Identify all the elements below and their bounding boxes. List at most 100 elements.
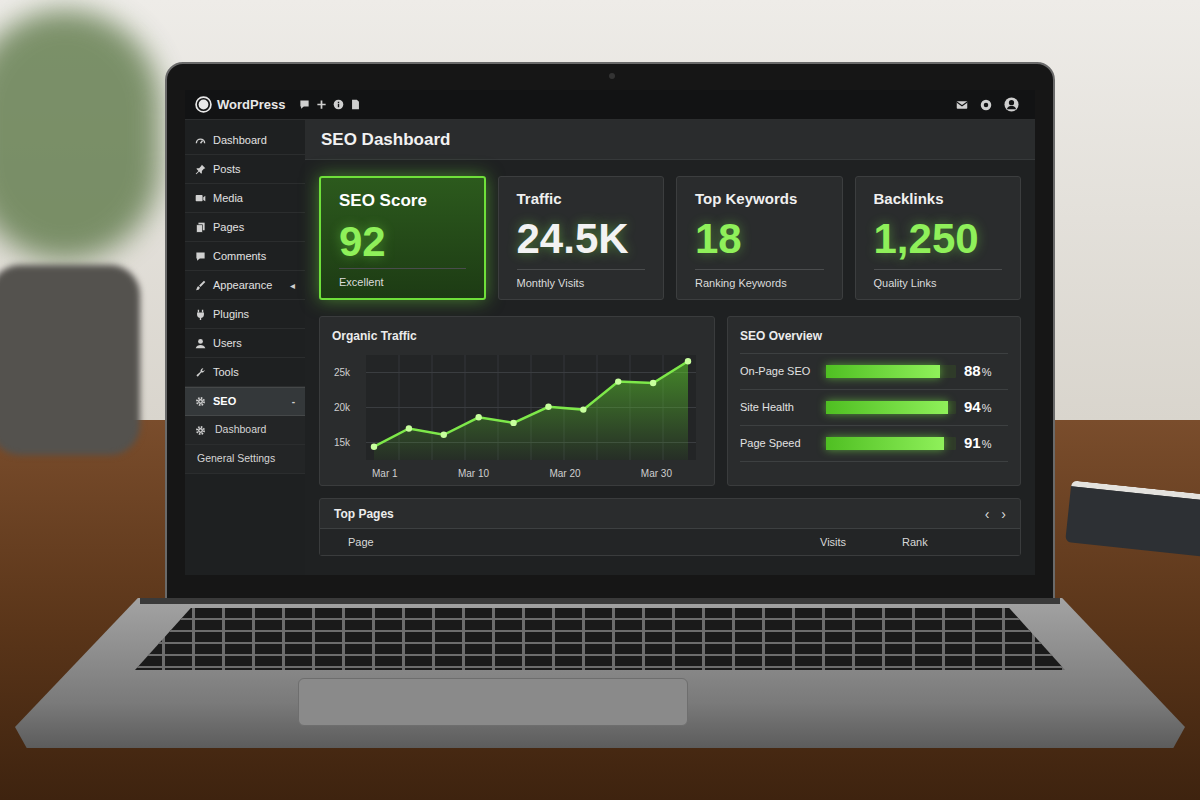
overview-title: SEO Overview (740, 327, 1008, 354)
user-icon (195, 338, 206, 349)
wordpress-logo[interactable]: WordPress (195, 95, 293, 115)
pager: ‹› (985, 507, 1006, 521)
expand-arrow[interactable]: ◂ (290, 278, 295, 293)
top-pages: Top Pages‹›PageVisitsRank (319, 498, 1021, 556)
previous-button[interactable]: ‹ (985, 507, 990, 521)
plus-icon[interactable] (316, 99, 327, 110)
keyboard (135, 608, 1065, 670)
area-fill (374, 361, 688, 460)
x-tick: Mar 1 (372, 466, 398, 481)
column-header[interactable]: Visits (820, 534, 902, 551)
title-bar: SEO Dashboard (305, 120, 1035, 160)
data-point[interactable] (685, 358, 691, 364)
stat-card-title: SEO Score (339, 188, 466, 214)
stat-card[interactable]: Top Keywords18Ranking Keywords (676, 176, 843, 300)
top-pages-header: Top Pages‹› (320, 499, 1020, 529)
stat-card[interactable]: Backlinks1,250Quality Links (855, 176, 1022, 300)
column-header[interactable]: Page (348, 534, 820, 551)
sidebar-item[interactable]: Appearance ◂ (185, 271, 305, 300)
page-icon[interactable] (350, 99, 361, 110)
overview-row: Site Health 94% (740, 390, 1008, 426)
chart-title: Organic Traffic (332, 327, 702, 345)
dashboard-icon (195, 135, 206, 146)
sidebar-item-label: Appearance (213, 277, 272, 294)
overview-label: On-Page SEO (740, 363, 818, 380)
sidebar-item[interactable]: Dashboard (185, 126, 305, 155)
progress-track (826, 401, 956, 414)
gear-icon (195, 425, 206, 436)
screen: WordPress DashboardPostsMediaPagesCommen… (185, 90, 1035, 575)
reading-value: 91 (964, 432, 981, 455)
admin-bar: WordPress (185, 90, 1035, 120)
admin-bar-left: WordPress (195, 95, 361, 115)
overview-row: Page Speed91% (740, 426, 1008, 462)
data-point[interactable] (406, 425, 412, 431)
progress-track (826, 365, 956, 378)
site-name[interactable]: WordPress (217, 95, 285, 115)
stat-card-caption: Quality Links (874, 275, 1003, 292)
expand-arrow[interactable]: - (292, 394, 295, 409)
sidebar-item[interactable]: Users (185, 329, 305, 358)
sidebar-item[interactable]: Dashboard (185, 416, 305, 445)
info-icon[interactable] (333, 99, 344, 110)
next-button[interactable]: › (1001, 507, 1006, 521)
view-icon[interactable] (980, 99, 992, 111)
x-axis: Mar 1Mar 10Mar 20Mar 30 (372, 466, 672, 481)
sidebar-item[interactable]: Tools (185, 358, 305, 387)
divider (517, 269, 646, 270)
laptop-lid: WordPress DashboardPostsMediaPagesCommen… (165, 62, 1055, 600)
reading-unit: % (982, 364, 992, 381)
sidebar-item[interactable]: Media (185, 184, 305, 213)
y-axis: 25k20k15k (332, 355, 366, 460)
x-tick: Mar 30 (641, 466, 672, 481)
stat-card[interactable]: SEO Score92Excellent (319, 176, 486, 300)
data-point[interactable] (475, 414, 481, 420)
overview-row: On-Page SEO88% (740, 354, 1008, 390)
stat-card[interactable]: Traffic24.5KMonthly Visits (498, 176, 665, 300)
gear-icon (195, 396, 206, 407)
stat-cards: SEO Score92ExcellentTraffic24.5KMonthly … (319, 176, 1021, 300)
sidebar-item[interactable]: SEO - (185, 387, 305, 416)
stat-card-caption: Ranking Keywords (695, 275, 824, 292)
sidebar-item[interactable]: Pages (185, 213, 305, 242)
data-point[interactable] (545, 404, 551, 410)
pin-icon (195, 164, 206, 175)
sidebar-item[interactable]: Plugins (185, 300, 305, 329)
sidebar-item[interactable]: Posts (185, 155, 305, 184)
data-point[interactable] (371, 444, 377, 450)
laptop-base (15, 598, 1185, 748)
sidebar-item-label: Comments (213, 248, 266, 265)
sidebar-item[interactable]: General Settings (185, 445, 305, 474)
data-point[interactable] (615, 378, 621, 384)
overview-reading: 94% (964, 396, 1008, 419)
sidebar-item[interactable]: Comments (185, 242, 305, 271)
pages-icon (195, 222, 206, 233)
data-point[interactable] (580, 406, 586, 412)
overview-label: Site Health (740, 399, 818, 416)
sidebar-item-label: Tools (213, 364, 239, 381)
main: SEO Dashboard SEO Score92ExcellentTraffi… (305, 120, 1035, 575)
column-header[interactable]: Rank (902, 534, 992, 551)
stat-card-caption: Excellent (339, 274, 466, 291)
comment-icon (195, 251, 206, 262)
plant (0, 10, 160, 260)
webcam (609, 73, 615, 79)
sidebar-item-label: Pages (213, 219, 244, 236)
data-point[interactable] (650, 380, 656, 386)
envelope-icon[interactable] (956, 99, 968, 111)
overview-label: Page Speed (740, 435, 818, 452)
avatar-icon[interactable] (1004, 97, 1019, 112)
sidebar-item-label: General Settings (195, 451, 275, 467)
hinge (140, 598, 1060, 604)
data-point[interactable] (510, 420, 516, 426)
progress-fill (826, 401, 948, 414)
stat-card-title: Top Keywords (695, 188, 824, 211)
x-tick: Mar 10 (458, 466, 489, 481)
divider (874, 269, 1003, 270)
data-point[interactable] (441, 432, 447, 438)
sidebar-item-label: SEO (213, 393, 236, 410)
touchpad[interactable] (298, 678, 688, 726)
comment-icon[interactable] (299, 99, 310, 110)
traffic-line (374, 361, 688, 446)
page-title: SEO Dashboard (321, 127, 450, 153)
